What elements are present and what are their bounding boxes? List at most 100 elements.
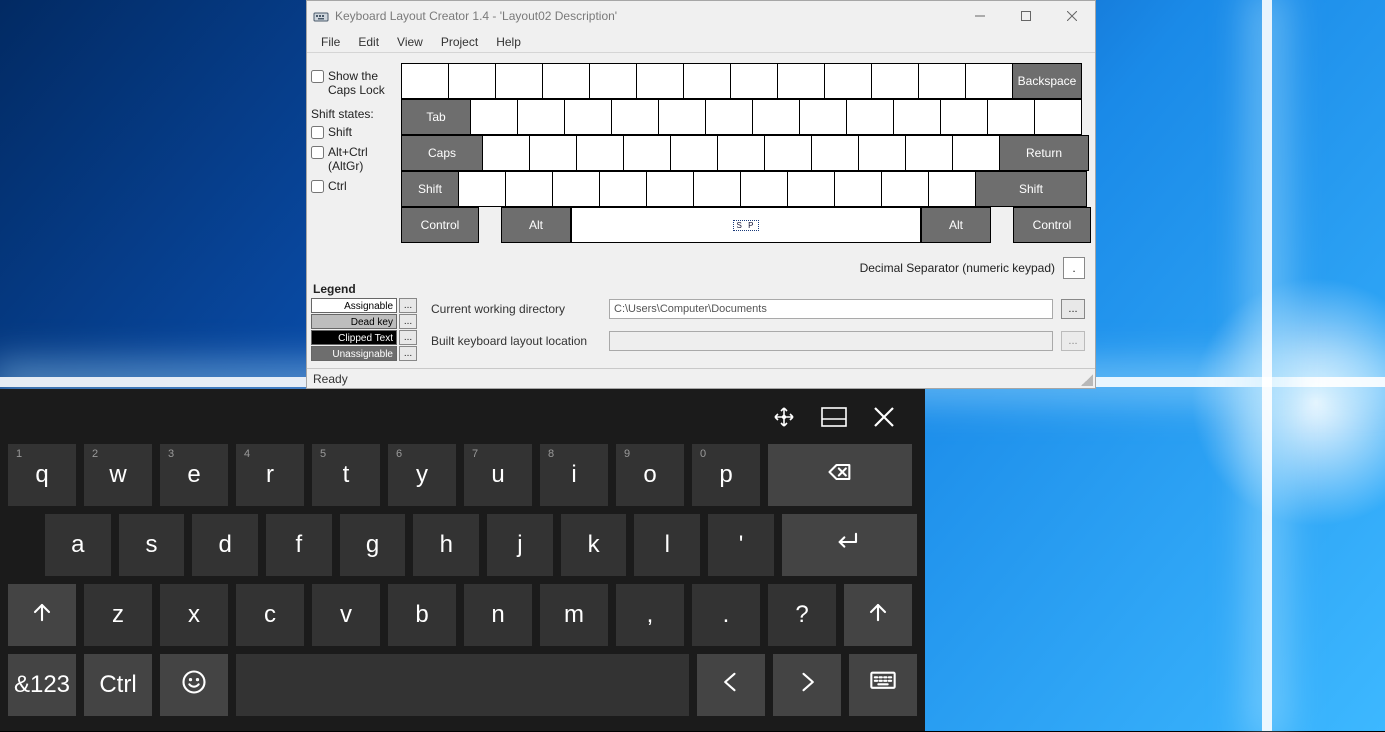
- key-blank[interactable]: [752, 99, 800, 135]
- key-m[interactable]: m: [540, 584, 608, 646]
- key-backspace[interactable]: [768, 444, 912, 506]
- legend-button-0[interactable]: ...: [399, 298, 417, 313]
- key-backspace[interactable]: Backspace: [1012, 63, 1082, 99]
- altgr-checkbox[interactable]: Alt+Ctrl (AltGr): [311, 145, 395, 173]
- maximize-button[interactable]: [1003, 1, 1049, 31]
- menu-file[interactable]: File: [313, 33, 348, 51]
- key-blank[interactable]: [458, 171, 506, 207]
- key-q[interactable]: 1q: [8, 444, 76, 506]
- key-blank[interactable]: [693, 171, 741, 207]
- key-shift-left[interactable]: Shift: [401, 171, 459, 207]
- resize-grip[interactable]: [1081, 374, 1093, 386]
- menu-help[interactable]: Help: [488, 33, 529, 51]
- key-tab[interactable]: Tab: [401, 99, 471, 135]
- key-blank[interactable]: [636, 63, 684, 99]
- key-blank[interactable]: [987, 99, 1035, 135]
- key-blank[interactable]: [846, 99, 894, 135]
- key-a[interactable]: a: [45, 514, 111, 576]
- key-i[interactable]: 8i: [540, 444, 608, 506]
- key-control-left[interactable]: Control: [401, 207, 479, 243]
- minimize-button[interactable]: [957, 1, 1003, 31]
- key-blank[interactable]: [940, 99, 988, 135]
- legend-button-2[interactable]: ...: [399, 330, 417, 345]
- ctrl-checkbox[interactable]: Ctrl: [311, 179, 395, 193]
- key-r[interactable]: 4r: [236, 444, 304, 506]
- key-blank[interactable]: [881, 171, 929, 207]
- key-blank[interactable]: [858, 135, 906, 171]
- key-space[interactable]: S P: [571, 207, 921, 243]
- key-k[interactable]: k: [561, 514, 627, 576]
- key-p[interactable]: 0p: [692, 444, 760, 506]
- key-g[interactable]: g: [340, 514, 406, 576]
- key-blank[interactable]: [683, 63, 731, 99]
- key-question[interactable]: ?: [768, 584, 836, 646]
- key-blank[interactable]: [542, 63, 590, 99]
- key-blank[interactable]: [965, 63, 1013, 99]
- key-space[interactable]: [236, 654, 689, 716]
- key-emoji[interactable]: [160, 654, 228, 716]
- key-blank[interactable]: [470, 99, 518, 135]
- key-enter[interactable]: [782, 514, 917, 576]
- titlebar[interactable]: Keyboard Layout Creator 1.4 - 'Layout02 …: [307, 1, 1095, 31]
- shift-checkbox[interactable]: Shift: [311, 125, 395, 139]
- key-n[interactable]: n: [464, 584, 532, 646]
- key-blank[interactable]: [811, 135, 859, 171]
- key-blank[interactable]: [777, 63, 825, 99]
- key-blank[interactable]: [576, 135, 624, 171]
- legend-button-3[interactable]: ...: [399, 346, 417, 361]
- key-blank[interactable]: [552, 171, 600, 207]
- key-blank[interactable]: [952, 135, 1000, 171]
- menu-project[interactable]: Project: [433, 33, 486, 51]
- show-caps-checkbox[interactable]: Show the Caps Lock: [311, 69, 395, 97]
- key-caps[interactable]: Caps: [401, 135, 483, 171]
- key-blank[interactable]: [564, 99, 612, 135]
- key-apostrophe[interactable]: ': [708, 514, 774, 576]
- key-alt-right[interactable]: Alt: [921, 207, 991, 243]
- key-w[interactable]: 2w: [84, 444, 152, 506]
- close-keyboard-icon[interactable]: [871, 404, 897, 430]
- key-layout[interactable]: [849, 654, 917, 716]
- key-period[interactable]: .: [692, 584, 760, 646]
- key-y[interactable]: 6y: [388, 444, 456, 506]
- key-blank[interactable]: [705, 99, 753, 135]
- key-blank[interactable]: [448, 63, 496, 99]
- key-ctrl[interactable]: Ctrl: [84, 654, 152, 716]
- key-blank[interactable]: [589, 63, 637, 99]
- key-blank[interactable]: [928, 171, 976, 207]
- key-x[interactable]: x: [160, 584, 228, 646]
- key-e[interactable]: 3e: [160, 444, 228, 506]
- key-blank[interactable]: [646, 171, 694, 207]
- key-f[interactable]: f: [266, 514, 332, 576]
- key-numsym[interactable]: &123: [8, 654, 76, 716]
- key-b[interactable]: b: [388, 584, 456, 646]
- key-alt-left[interactable]: Alt: [501, 207, 571, 243]
- key-blank[interactable]: [905, 135, 953, 171]
- key-l[interactable]: l: [634, 514, 700, 576]
- key-blank[interactable]: [764, 135, 812, 171]
- key-t[interactable]: 5t: [312, 444, 380, 506]
- key-return[interactable]: Return: [999, 135, 1089, 171]
- key-shift-right[interactable]: [844, 584, 912, 646]
- key-comma[interactable]: ,: [616, 584, 684, 646]
- key-s[interactable]: s: [119, 514, 185, 576]
- cwd-browse-button[interactable]: ...: [1061, 299, 1085, 319]
- legend-button-1[interactable]: ...: [399, 314, 417, 329]
- key-blank[interactable]: [611, 99, 659, 135]
- key-blank[interactable]: [824, 63, 872, 99]
- key-u[interactable]: 7u: [464, 444, 532, 506]
- decimal-separator-value[interactable]: .: [1063, 257, 1085, 279]
- key-blank[interactable]: [401, 63, 449, 99]
- key-blank[interactable]: [658, 99, 706, 135]
- key-control-right[interactable]: Control: [1013, 207, 1091, 243]
- key-blank[interactable]: [918, 63, 966, 99]
- key-shift-right[interactable]: Shift: [975, 171, 1087, 207]
- key-blank[interactable]: [740, 171, 788, 207]
- key-left[interactable]: [697, 654, 765, 716]
- menu-view[interactable]: View: [389, 33, 431, 51]
- close-button[interactable]: [1049, 1, 1095, 31]
- key-o[interactable]: 9o: [616, 444, 684, 506]
- key-blank[interactable]: [834, 171, 882, 207]
- key-shift-left[interactable]: [8, 584, 76, 646]
- key-j[interactable]: j: [487, 514, 553, 576]
- key-right[interactable]: [773, 654, 841, 716]
